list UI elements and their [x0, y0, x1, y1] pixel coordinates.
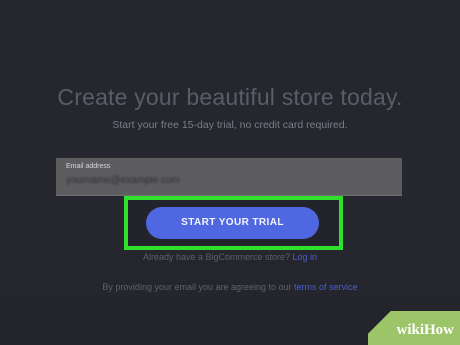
- terms-of-service-link[interactable]: terms of service: [294, 282, 358, 292]
- email-field-label: Email address: [66, 163, 111, 170]
- email-field[interactable]: Email address yourname@example.com: [56, 158, 402, 196]
- terms-notice: By providing your email you are agreeing…: [0, 282, 460, 292]
- login-prompt: Already have a BigCommerce store? Log in: [0, 252, 460, 262]
- start-trial-button[interactable]: START YOUR TRIAL: [146, 207, 319, 239]
- login-link[interactable]: Log in: [293, 252, 318, 262]
- login-prompt-text: Already have a BigCommerce store?: [142, 252, 291, 262]
- signup-page: Create your beautiful store today. Start…: [0, 0, 460, 345]
- page-subheadline: Start your free 15-day trial, no credit …: [112, 119, 348, 131]
- terms-text: By providing your email you are agreeing…: [102, 282, 292, 292]
- wikihow-logo-how: How: [424, 322, 454, 338]
- page-headline: Create your beautiful store today.: [57, 84, 403, 110]
- wikihow-watermark: wikiHow: [368, 311, 460, 345]
- wikihow-logo-text: wikiHow: [396, 322, 454, 339]
- wikihow-logo-wiki: wiki: [396, 322, 424, 338]
- email-field-value[interactable]: yourname@example.com: [66, 175, 266, 186]
